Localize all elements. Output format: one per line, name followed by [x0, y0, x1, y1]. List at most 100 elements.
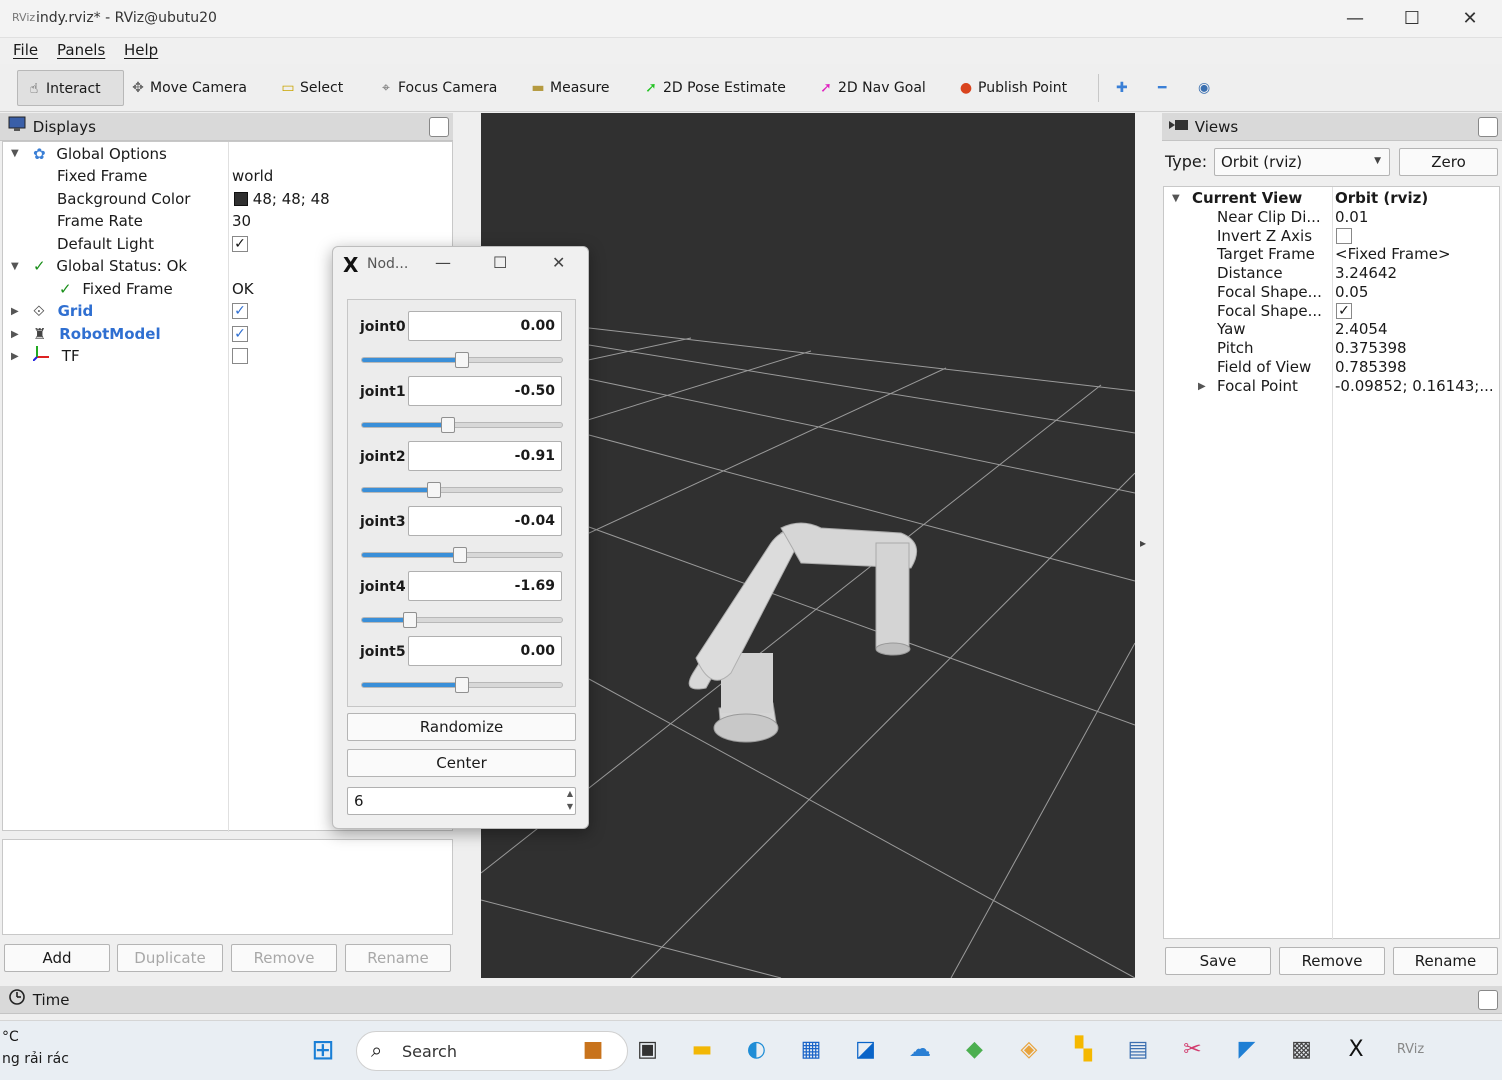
tree-row-default-light[interactable]: Default Light: [57, 233, 154, 255]
git-icon[interactable]: ◈: [1012, 1033, 1046, 1067]
layers-icon[interactable]: ◆: [958, 1033, 992, 1067]
rename-view-button[interactable]: Rename: [1393, 947, 1498, 975]
rename-display-button[interactable]: Rename: [345, 944, 451, 972]
joint4-slider-handle[interactable]: [403, 612, 417, 628]
dialog-maximize-button[interactable]: ☐: [493, 253, 507, 272]
tree-row-background-color[interactable]: Background Color: [57, 188, 190, 210]
notes-icon[interactable]: ▤: [1121, 1033, 1155, 1067]
view-eye-icon[interactable]: ◉: [1198, 70, 1210, 106]
joint1-slider-handle[interactable]: [441, 417, 455, 433]
tool-interact[interactable]: ☝ Interact: [17, 70, 124, 106]
expand-arrow-icon[interactable]: ▼: [11, 148, 19, 159]
snipping-icon[interactable]: ✂: [1176, 1033, 1210, 1067]
terminal-icon[interactable]: ▩: [1285, 1033, 1319, 1067]
joint3-slider[interactable]: [361, 547, 563, 563]
joint5-value-input[interactable]: 0.00: [408, 636, 562, 666]
joint1-value-input[interactable]: -0.50: [408, 376, 562, 406]
tree-row-global-options[interactable]: ✿ Global Options: [33, 143, 167, 165]
joint2-slider-handle[interactable]: [427, 482, 441, 498]
tool-2d-nav-goal[interactable]: ➚ 2D Nav Goal: [816, 70, 926, 106]
remove-display-button[interactable]: Remove: [231, 944, 337, 972]
tree-row-status-fixed-frame[interactable]: ✓ Fixed Frame: [59, 278, 173, 300]
close-button[interactable]: ✕: [1447, 4, 1493, 34]
joint1-slider[interactable]: [361, 417, 563, 433]
save-view-button[interactable]: Save: [1165, 947, 1271, 975]
fixed-frame-value[interactable]: world: [232, 165, 273, 187]
tree-row-tf[interactable]: TF: [32, 345, 80, 367]
add-tool-icon[interactable]: ✚: [1116, 70, 1128, 106]
time-float-toggle[interactable]: [1478, 990, 1498, 1010]
menu-help[interactable]: Help: [124, 41, 158, 59]
collapse-arrow-icon[interactable]: ▶: [1198, 381, 1206, 392]
collapse-arrow-icon[interactable]: ▶: [11, 351, 19, 362]
weather-temperature[interactable]: °C: [2, 1029, 19, 1045]
remove-view-button[interactable]: Remove: [1279, 947, 1385, 975]
store-icon[interactable]: ▦: [794, 1033, 828, 1067]
dialog-minimize-button[interactable]: —: [435, 253, 451, 272]
joint0-slider-handle[interactable]: [455, 352, 469, 368]
robotmodel-checkbox[interactable]: ✓: [232, 326, 248, 342]
joint0-slider[interactable]: [361, 352, 563, 368]
task-view-icon[interactable]: ▣: [631, 1033, 665, 1067]
default-light-checkbox[interactable]: ✓: [232, 236, 248, 252]
windows-start-icon[interactable]: ⊞: [306, 1033, 340, 1067]
outlook-icon[interactable]: ◪: [849, 1033, 883, 1067]
focal-shape-fixed-checkbox[interactable]: ✓: [1336, 303, 1352, 319]
joint4-value-input[interactable]: -1.69: [408, 571, 562, 601]
tf-checkbox[interactable]: [232, 348, 248, 364]
center-button[interactable]: Center: [347, 749, 576, 777]
randomize-button[interactable]: Randomize: [347, 713, 576, 741]
view-type-dropdown[interactable]: Orbit (rviz) ▼: [1214, 148, 1390, 176]
tool-focus-camera[interactable]: ⌖ Focus Camera: [376, 70, 497, 106]
background-color-value[interactable]: 48; 48; 48: [234, 188, 330, 210]
collapse-arrow-icon[interactable]: ▶: [11, 329, 19, 340]
joint-count-spinbox[interactable]: 6 ▲ ▼: [347, 787, 576, 815]
joint2-value-input[interactable]: -0.91: [408, 441, 562, 471]
tree-row-global-status[interactable]: ✓ Global Status: Ok: [33, 255, 187, 277]
duplicate-display-button[interactable]: Duplicate: [117, 944, 223, 972]
cloud-icon[interactable]: ☁: [903, 1033, 937, 1067]
grid-checkbox[interactable]: ✓: [232, 303, 248, 319]
edge-icon[interactable]: ◐: [740, 1033, 774, 1067]
tool-publish-point[interactable]: ● Publish Point: [956, 70, 1067, 106]
joint5-slider-handle[interactable]: [455, 677, 469, 693]
joint4-slider[interactable]: [361, 612, 563, 628]
tool-select[interactable]: ▭ Select: [278, 70, 343, 106]
remove-tool-icon[interactable]: ━: [1158, 70, 1166, 106]
pixel-app-icon[interactable]: ▚: [1067, 1033, 1101, 1067]
focal-point-value[interactable]: -0.09852; 0.16143;...: [1335, 375, 1494, 397]
maximize-button[interactable]: ☐: [1389, 4, 1435, 34]
collapse-arrow-icon[interactable]: ▶: [11, 306, 19, 317]
dialog-close-button[interactable]: ✕: [552, 253, 565, 272]
tool-measure[interactable]: ▬ Measure: [528, 70, 609, 106]
near-clip-value[interactable]: 0.01: [1335, 206, 1368, 228]
displays-float-toggle[interactable]: [429, 117, 449, 137]
tree-row-grid[interactable]: ⟐ Grid: [33, 300, 93, 322]
zero-button[interactable]: Zero: [1399, 148, 1498, 176]
joint5-slider[interactable]: [361, 677, 563, 693]
invert-z-checkbox[interactable]: [1336, 228, 1352, 244]
minimize-button[interactable]: —: [1332, 4, 1378, 34]
splitter-arrow-icon[interactable]: ▸: [1140, 536, 1146, 550]
file-explorer-icon[interactable]: ▬: [685, 1033, 719, 1067]
tool-move-camera[interactable]: ✥ Move Camera: [128, 70, 247, 106]
joint3-slider-handle[interactable]: [453, 547, 467, 563]
weather-description[interactable]: ng rải rác: [2, 1051, 69, 1067]
views-float-toggle[interactable]: [1478, 117, 1498, 137]
menu-file[interactable]: File: [13, 41, 38, 59]
spin-down-icon[interactable]: ▼: [567, 802, 573, 811]
tree-row-frame-rate[interactable]: Frame Rate: [57, 210, 143, 232]
rviz-icon[interactable]: RViz: [1394, 1033, 1428, 1067]
tree-row-fixed-frame[interactable]: Fixed Frame: [57, 165, 147, 187]
joint2-slider[interactable]: [361, 482, 563, 498]
tool-2d-pose-estimate[interactable]: ➚ 2D Pose Estimate: [641, 70, 786, 106]
tree-row-robotmodel[interactable]: ♜ RobotModel: [33, 323, 161, 345]
vscode-icon[interactable]: ◤: [1230, 1033, 1264, 1067]
menu-panels[interactable]: Panels: [57, 41, 105, 59]
xlaunch-icon[interactable]: X: [1339, 1033, 1373, 1067]
expand-arrow-icon[interactable]: ▼: [1172, 193, 1180, 204]
joint0-value-input[interactable]: 0.00: [408, 311, 562, 341]
add-display-button[interactable]: Add: [4, 944, 110, 972]
expand-arrow-icon[interactable]: ▼: [11, 261, 19, 272]
spin-up-icon[interactable]: ▲: [567, 789, 573, 798]
